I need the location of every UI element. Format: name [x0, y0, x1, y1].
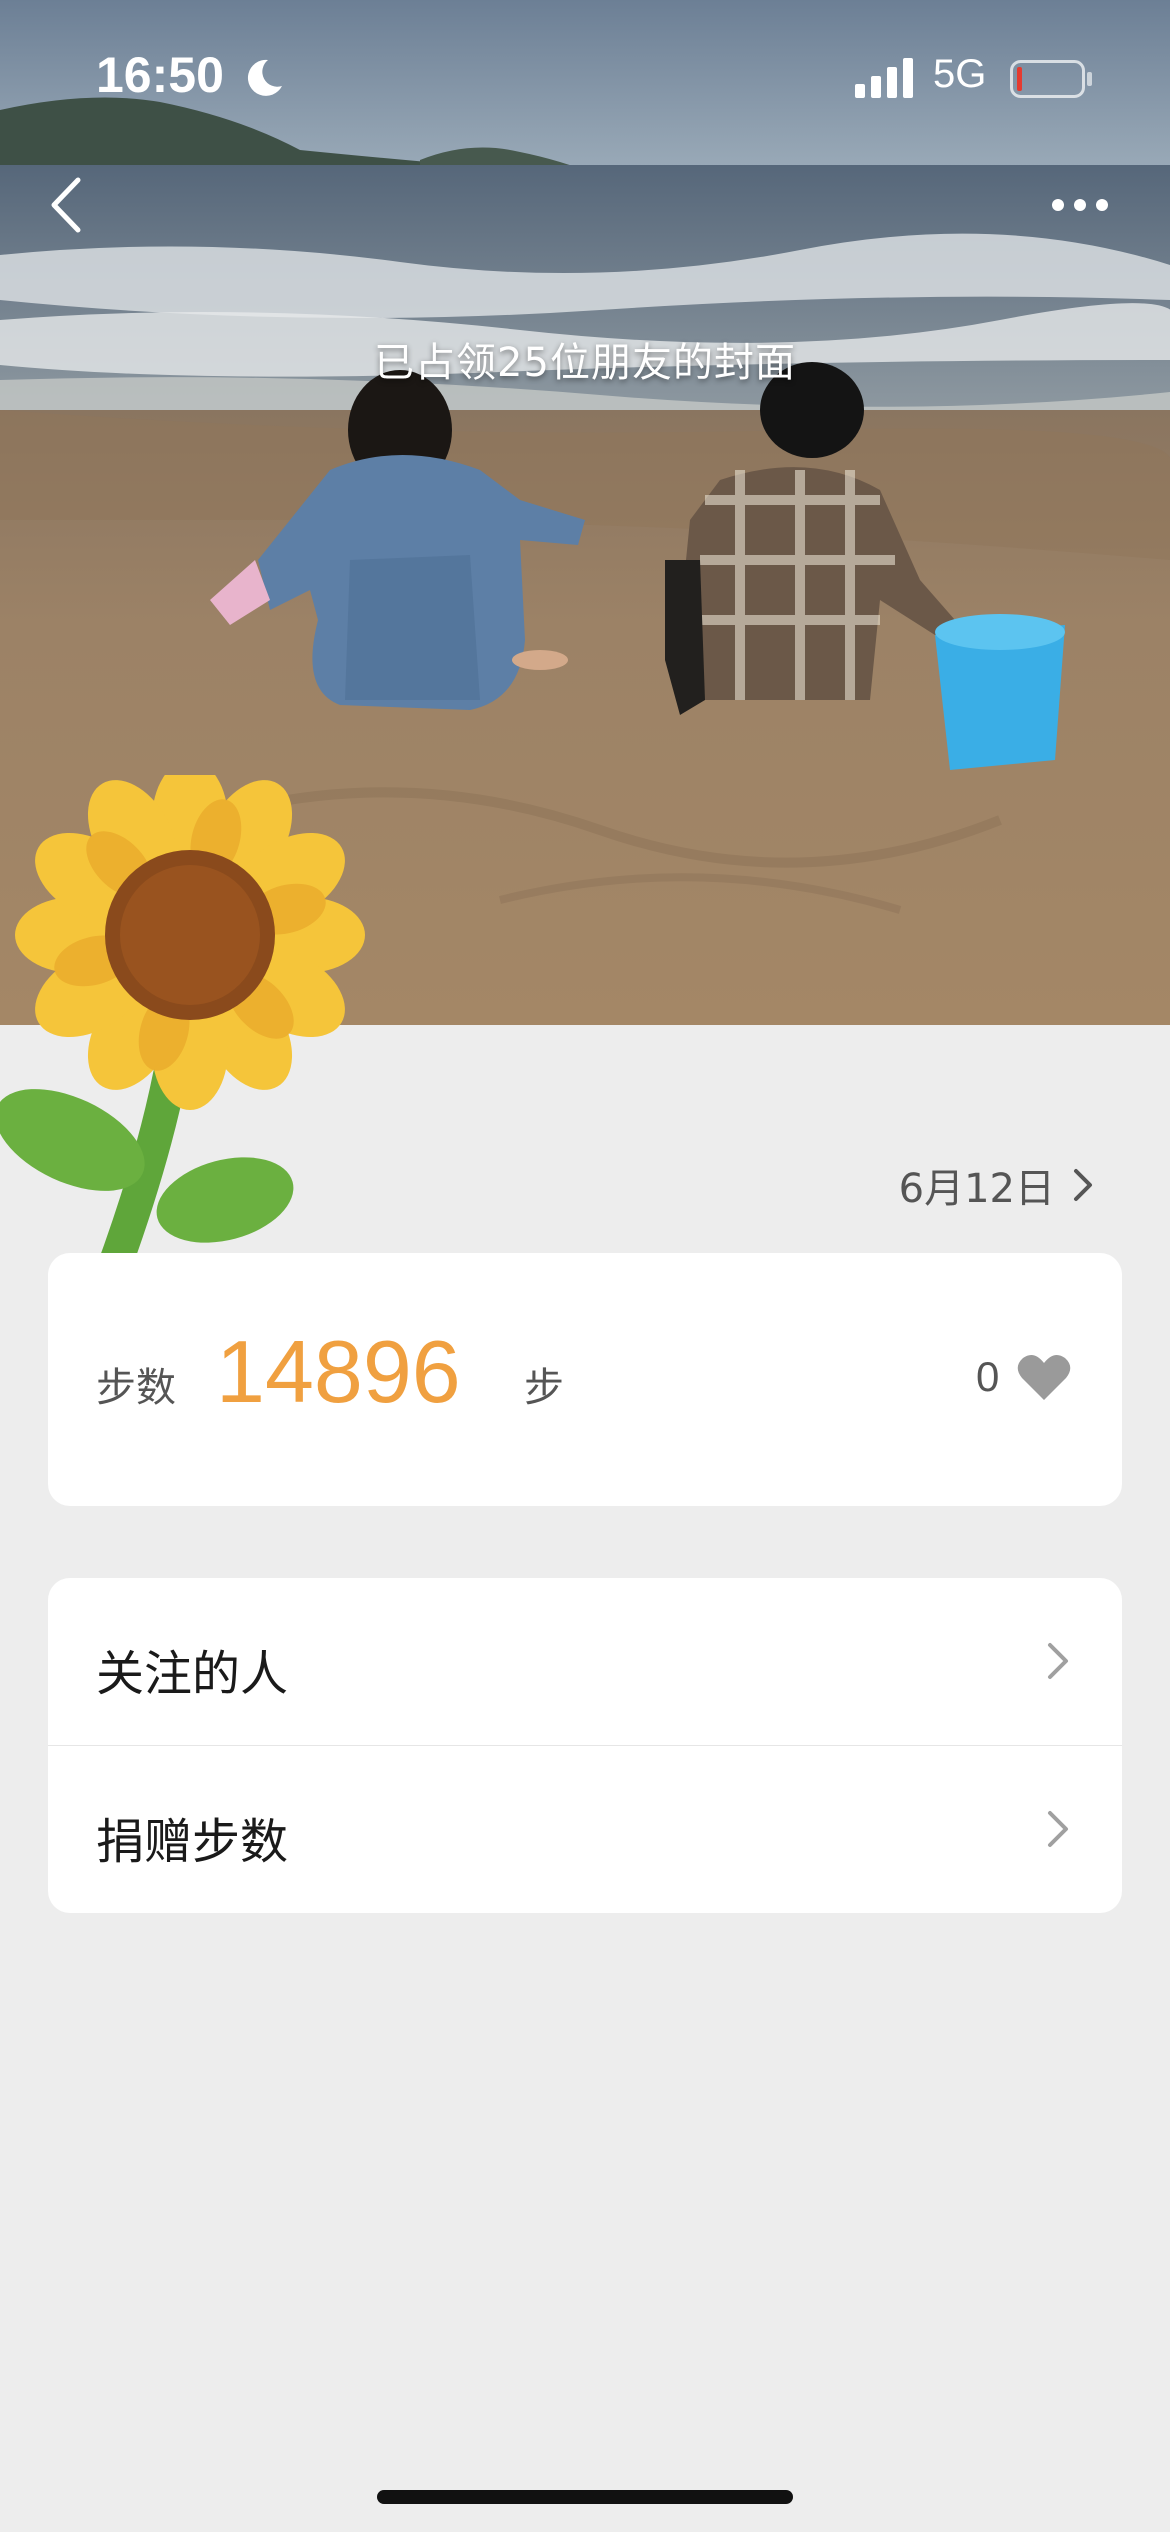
menu-item-following[interactable]: 关注的人: [48, 1578, 1122, 1745]
date-label: 6月12日: [898, 1166, 1055, 1212]
heart-icon[interactable]: [1016, 1353, 1072, 1403]
like-count: 0: [976, 1353, 1000, 1400]
chevron-right-icon: [1048, 1643, 1068, 1679]
menu-card: 关注的人 捐赠步数: [48, 1578, 1122, 1913]
steps-label: 步数: [96, 1365, 176, 1411]
steps-value: 14896: [216, 1322, 461, 1421]
battery-icon: [1010, 60, 1092, 98]
chevron-right-icon: [1048, 1811, 1068, 1847]
network-label: 5G: [933, 52, 987, 96]
menu-item-label: 关注的人: [96, 1646, 289, 1702]
wechat-sports-profile: 已占领25位朋友的封面 16:50 5G 6月12日 步数 14896 步 0 …: [0, 0, 1170, 2532]
cover-caption: 已占领25位朋友的封面: [374, 340, 796, 386]
sunflower-icon: [0, 775, 365, 1320]
chevron-right-icon: [1074, 1169, 1092, 1201]
status-time: 16:50: [96, 47, 224, 103]
steps-card: 步数 14896 步 0: [48, 1253, 1122, 1506]
more-button[interactable]: [1040, 180, 1120, 230]
moon-icon: [247, 59, 282, 96]
steps-unit: 步: [524, 1365, 564, 1411]
menu-item-label: 捐赠步数: [96, 1814, 289, 1870]
menu-item-donate-steps[interactable]: 捐赠步数: [48, 1746, 1122, 1913]
status-bar: 16:50 5G: [0, 0, 1170, 150]
home-indicator[interactable]: [377, 2490, 793, 2504]
back-button[interactable]: [40, 170, 96, 240]
date-selector[interactable]: 6月12日: [899, 1160, 1095, 1212]
signal-icon: [855, 58, 913, 98]
